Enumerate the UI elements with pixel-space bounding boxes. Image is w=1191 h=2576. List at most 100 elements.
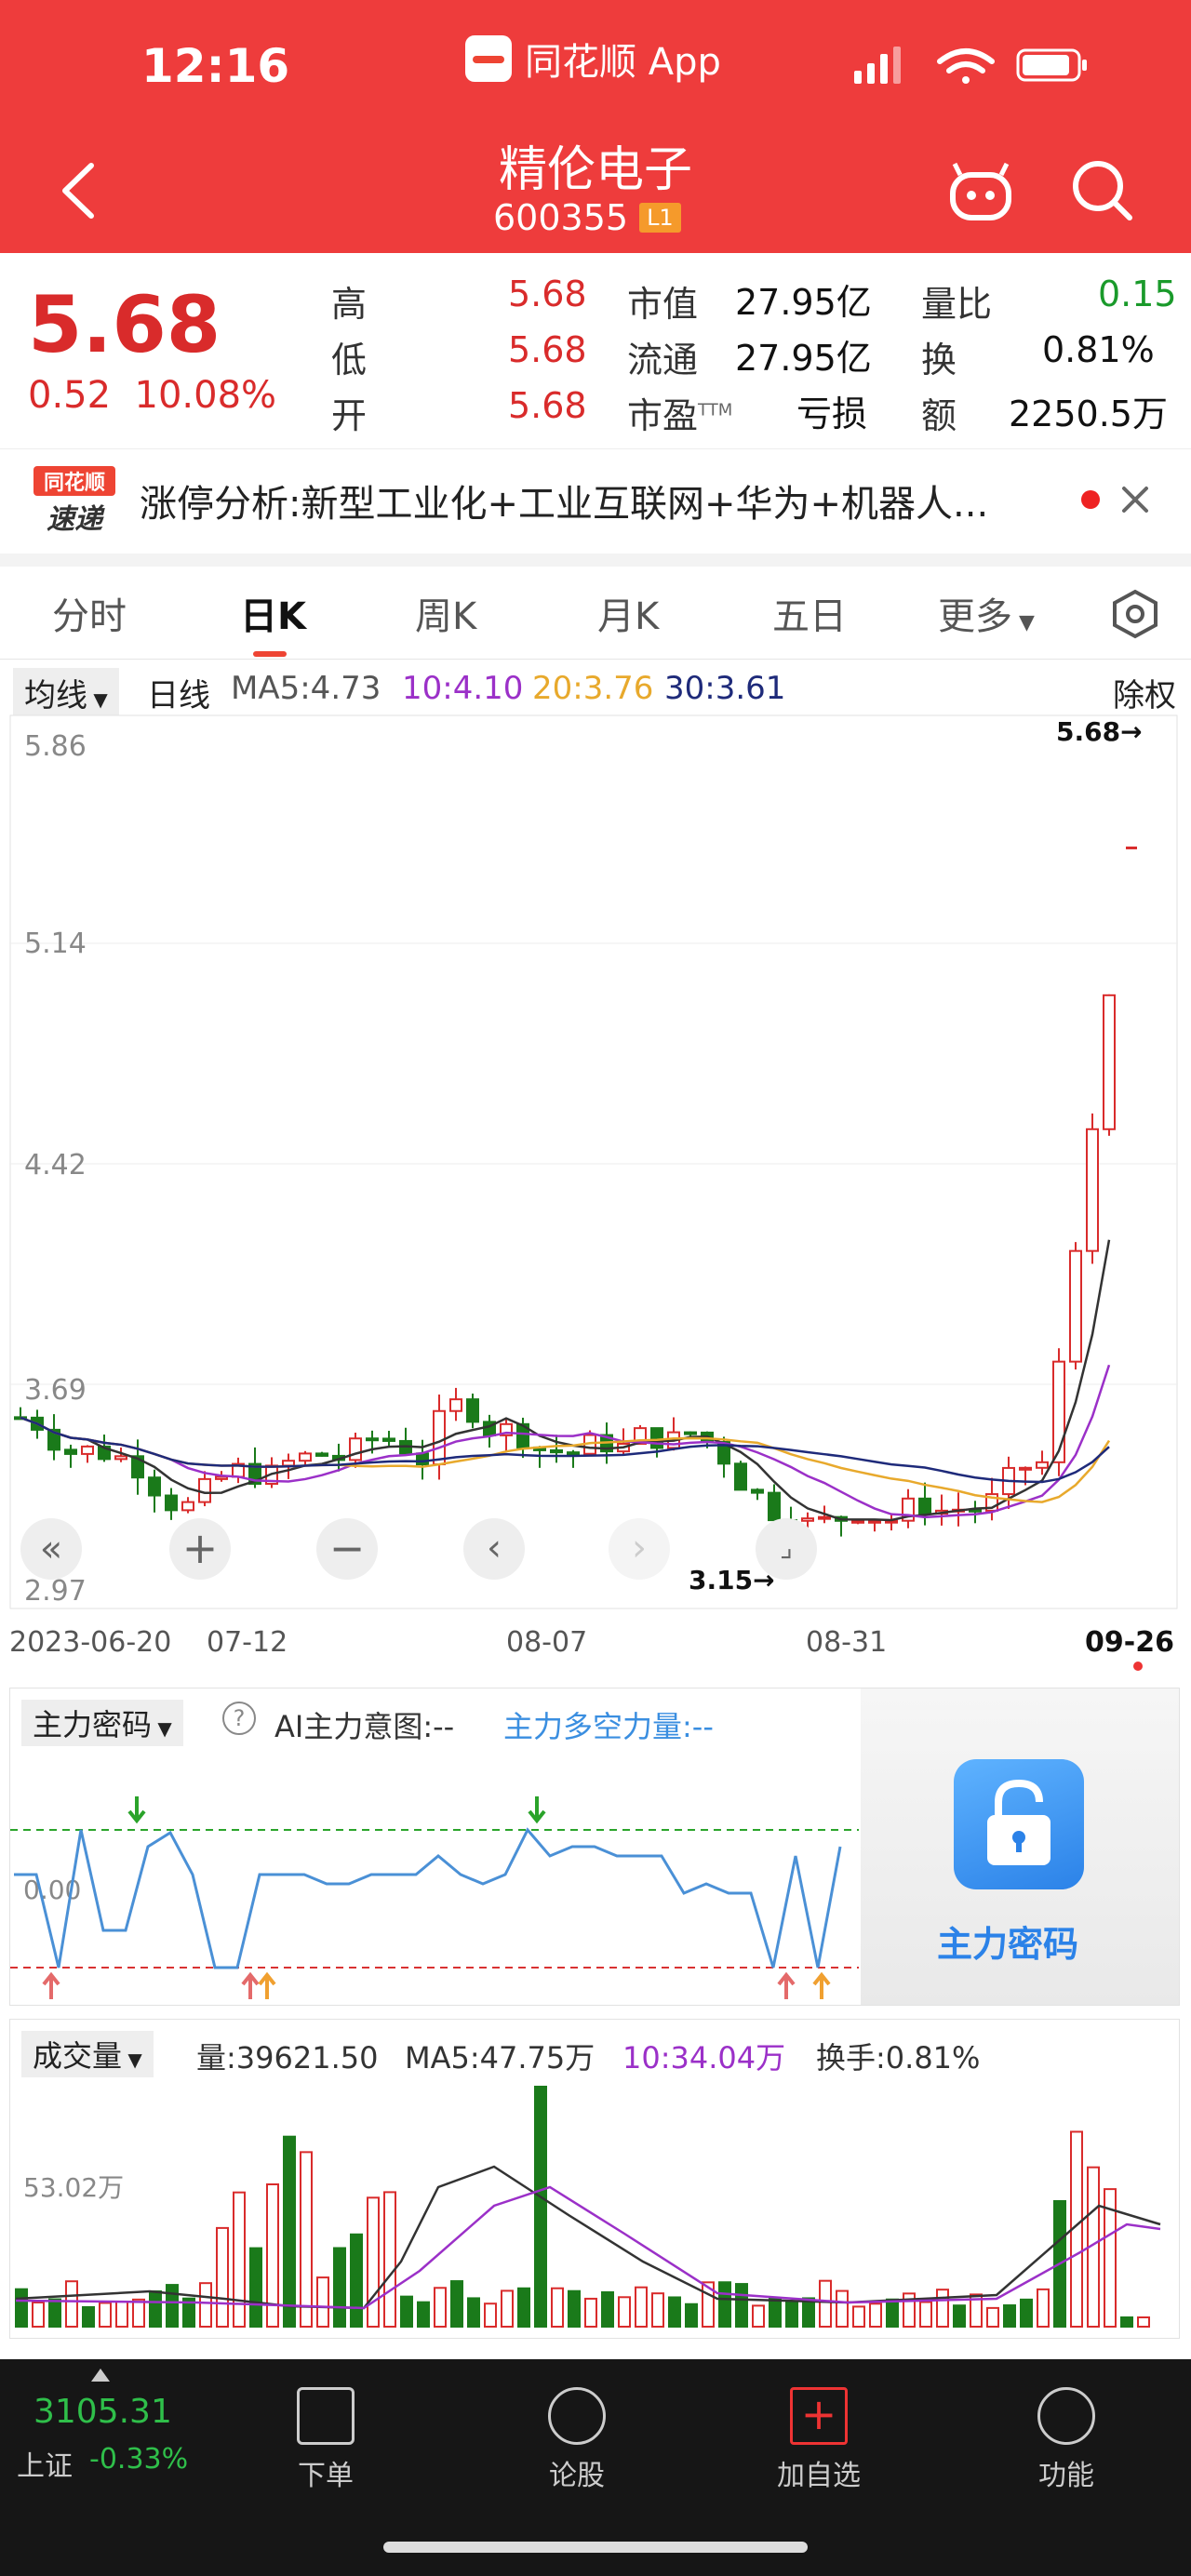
candle-body [198, 1477, 211, 1503]
candle-body [1019, 1466, 1032, 1471]
indicator-select[interactable]: 均线 ▼ [13, 668, 119, 717]
fullscreen-icon[interactable]: ⌟ [756, 1518, 817, 1580]
candle-body [349, 1437, 362, 1462]
scroll-start-icon[interactable]: « [20, 1518, 82, 1580]
volume-bar [65, 2280, 78, 2329]
volume-select[interactable]: 成交量 ▼ [21, 2031, 154, 2077]
buy-arrows [127, 1796, 546, 1824]
volume-bar [534, 2086, 547, 2328]
settings-hexagon-icon[interactable] [1109, 588, 1161, 640]
help-icon[interactable]: ? [222, 1702, 256, 1735]
volume-bar [852, 2305, 865, 2328]
bottom-nav: 3105.31 上证 -0.33% 下单 论股 + 加自选 功能 [0, 2359, 1191, 2576]
chevron-down-icon: ▼ [152, 1717, 172, 1740]
vol-ratio-label: 量比 [921, 284, 993, 325]
candle-body [1069, 1249, 1082, 1363]
volume-bar [685, 2302, 698, 2329]
news-text[interactable]: 涨停分析:新型工业化+工业互联网+华为+机器人... [140, 474, 1051, 527]
nav-discuss[interactable]: 论股 [512, 2387, 642, 2493]
index-value[interactable]: 3105.31 [33, 2393, 172, 2431]
arrow-up-icon [258, 1971, 276, 1999]
nav-add-watchlist[interactable]: + 加自选 [754, 2387, 884, 2493]
robot-assistant-icon[interactable] [947, 158, 1014, 223]
main-force-chart: 0.00 [10, 1796, 859, 1999]
candle-body [751, 1488, 764, 1494]
kline-chart[interactable]: 5.86 5.14 4.42 3.69 2.97 5.68→ 3.15→ [9, 714, 1178, 1609]
volume-bar [484, 2302, 497, 2329]
volume-turnover: 换手:0.81% [816, 2040, 981, 2075]
main-force-select[interactable]: 主力密码 ▼ [21, 1700, 183, 1746]
ma10-label: 10:4.10 [402, 670, 524, 707]
zoom-out-icon[interactable]: − [316, 1518, 378, 1580]
change-value: 0.52 [28, 374, 112, 417]
scroll-left-icon[interactable]: ‹ [463, 1518, 525, 1580]
volume-bar [450, 2280, 463, 2328]
volume-bar [1020, 2298, 1033, 2329]
add-icon: + [790, 2387, 848, 2445]
nav-add-label: 加自选 [777, 2460, 861, 2492]
tab-five-day[interactable]: 五日 [772, 586, 847, 640]
volume-bar [132, 2298, 145, 2328]
float-label: 流通 [627, 340, 699, 380]
main-force-lock-overlay[interactable]: 主力密码 [861, 1688, 1179, 2005]
unlock-icon [954, 1759, 1084, 1889]
volume-bar [501, 2289, 514, 2329]
zoom-in-icon[interactable]: + [169, 1518, 231, 1580]
volume-bar [584, 2297, 597, 2328]
stock-code-row: 600355 L1 [493, 197, 681, 238]
home-indicator [383, 2542, 808, 2553]
close-icon[interactable] [1118, 483, 1152, 516]
price-change: 0.52 10.08% [28, 374, 276, 417]
search-icon[interactable] [1070, 158, 1135, 223]
current-date-dot [1133, 1662, 1143, 1671]
volume-panel: 成交量 ▼ 量:39621.50 MA5:47.75万 10:34.04万 换手… [9, 2019, 1180, 2339]
document-icon [297, 2387, 355, 2445]
volume-bar [149, 2290, 162, 2329]
volume-bar [1137, 2316, 1150, 2328]
tab-daily-k[interactable]: 日K [240, 586, 306, 640]
candle-body [382, 1437, 395, 1442]
float-value: 27.95亿 [735, 338, 872, 379]
volume-bar [316, 2276, 329, 2328]
nav-functions[interactable]: 功能 [1001, 2387, 1131, 2493]
vol-ratio-value: 0.15 [1098, 274, 1177, 314]
volume-bar [936, 2289, 949, 2328]
news-ticker[interactable]: 同花顺 速递 涨停分析:新型工业化+工业互联网+华为+机器人... [0, 448, 1191, 567]
volume-select-label: 成交量 [33, 2038, 123, 2074]
star-bubble-icon [548, 2387, 606, 2445]
candle-body [299, 1452, 312, 1462]
high-label: 高 [331, 284, 368, 325]
adjust-label[interactable]: 除权 [1113, 670, 1176, 715]
date-label-current: 09-26 [1085, 1626, 1174, 1659]
tab-more[interactable]: 更多 ▼ [938, 586, 1035, 640]
volume-bar [836, 2289, 849, 2328]
candle-body [768, 1491, 781, 1522]
volume-bar [99, 2302, 112, 2329]
volume-ma-lines [15, 2165, 1161, 2310]
volume-bar [15, 2288, 28, 2328]
volume-bar [434, 2287, 447, 2329]
tab-weekly-k[interactable]: 周K [415, 586, 476, 640]
max-price-marker: 5.68→ [1056, 716, 1143, 747]
scroll-right-icon[interactable]: › [609, 1518, 670, 1580]
main-force-panel: 主力密码 ▼ ? AI主力意图:-- 主力多空力量:-- 0.00 主力密码 [9, 1688, 1180, 2006]
indicator-select-label: 均线 [24, 677, 87, 714]
tab-monthly-k[interactable]: 月K [597, 586, 659, 640]
ma5-label: MA5:4.73 [231, 670, 381, 707]
candle-body [851, 1519, 864, 1524]
nav-order[interactable]: 下单 [261, 2387, 391, 2493]
chart-controls: « + − ‹ › ⌟ [20, 1518, 839, 1583]
tab-fenshi[interactable]: 分时 [52, 586, 127, 640]
wifi-icon [937, 48, 995, 84]
current-price: 5.68 [28, 279, 221, 370]
volume-bar [82, 2305, 95, 2328]
turnover-value: 0.81% [1042, 329, 1155, 370]
signal-icon [854, 47, 901, 84]
low-value: 5.68 [508, 329, 587, 370]
volume-bar [651, 2292, 664, 2328]
status-app-name: 同花顺 App [525, 41, 721, 84]
pe-value: 亏损 [796, 394, 868, 434]
volume-bar [635, 2286, 648, 2328]
candle-body [567, 1451, 580, 1456]
volume-ma10: 10:34.04万 [622, 2040, 786, 2075]
